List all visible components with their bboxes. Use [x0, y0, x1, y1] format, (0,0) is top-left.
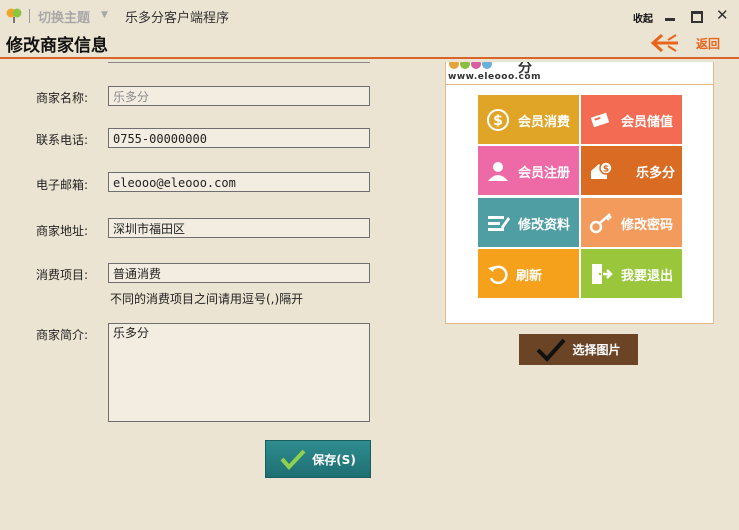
app-logo-icon	[6, 8, 22, 23]
house-dollar-icon: $	[591, 161, 613, 179]
intro-textarea[interactable]: 乐多分	[108, 323, 370, 422]
refresh-icon	[488, 265, 508, 285]
tile-change-password: 修改密码	[581, 198, 682, 247]
select-image-label: 选择图片	[572, 343, 621, 357]
email-field[interactable]: eleooo@eleooo.com	[108, 172, 370, 192]
switch-theme-menu[interactable]: 切换主题	[38, 7, 90, 26]
tile-label: 修改资料	[518, 218, 571, 233]
chevron-down-icon[interactable]: ▼	[101, 10, 108, 20]
save-label: 保存(S)	[312, 452, 356, 467]
select-image-button[interactable]: 选择图片	[519, 334, 638, 365]
back-arrow-icon[interactable]	[650, 32, 682, 54]
tile-label: 刷新	[516, 269, 543, 284]
title-bar	[0, 0, 739, 30]
address-label: 商家地址:	[36, 224, 89, 238]
tile-member-consume: $ 会员消费	[478, 95, 579, 144]
minimize-icon[interactable]	[665, 18, 675, 21]
tile-label: 会员储值	[621, 115, 674, 130]
svg-text:$: $	[603, 165, 609, 175]
tile-label: 修改密码	[621, 218, 674, 233]
items-field[interactable]: 普通消费	[108, 263, 370, 283]
tile-refresh: 刷新	[478, 249, 579, 298]
save-button[interactable]: 保存(S)	[265, 440, 371, 478]
edit-icon	[488, 216, 510, 231]
maximize-icon[interactable]	[691, 11, 703, 23]
items-hint: 不同的消费项目之间请用逗号(,)隔开	[110, 292, 304, 306]
key-icon	[589, 213, 612, 234]
tile-label: 我要退出	[621, 269, 674, 284]
checkmark-icon	[537, 338, 566, 362]
items-label: 消费项目:	[36, 268, 89, 282]
tile-member-register: 会员注册	[478, 146, 579, 195]
user-icon	[488, 162, 508, 181]
tile-leduofen: $ 乐多分	[581, 146, 682, 195]
header-divider	[0, 57, 739, 59]
name-label: 商家名称:	[36, 91, 89, 105]
dollar-icon: $	[487, 109, 509, 131]
tile-label: 会员注册	[518, 166, 571, 181]
tile-edit-profile: 修改资料	[478, 198, 579, 247]
collapse-button[interactable]: 收起	[633, 10, 653, 25]
tile-label: 乐多分	[636, 166, 676, 181]
phone-field[interactable]: 0755-00000000	[108, 128, 370, 148]
titlebar-divider	[29, 9, 30, 23]
tile-label: 会员消费	[518, 115, 571, 130]
name-field[interactable]: 乐多分	[108, 86, 370, 106]
page-title: 修改商家信息	[6, 36, 108, 56]
phone-label: 联系电话:	[36, 133, 89, 147]
svg-text:$: $	[493, 113, 503, 129]
card-icon	[590, 112, 610, 128]
exit-icon	[592, 264, 613, 284]
brand-url: www.eleooo.com	[448, 72, 541, 82]
app-title: 乐多分客户端程序	[125, 11, 230, 26]
email-label: 电子邮箱:	[36, 178, 89, 192]
intro-label: 商家简介:	[36, 328, 89, 342]
tile-logout: 我要退出	[581, 249, 682, 298]
back-button[interactable]: 返回	[696, 35, 720, 52]
address-field[interactable]: 深圳市福田区	[108, 218, 370, 238]
tile-member-deposit: 会员储值	[581, 95, 682, 144]
checkmark-icon	[280, 449, 306, 470]
form-top-divider	[108, 62, 370, 63]
close-icon[interactable]: ✕	[716, 6, 729, 24]
